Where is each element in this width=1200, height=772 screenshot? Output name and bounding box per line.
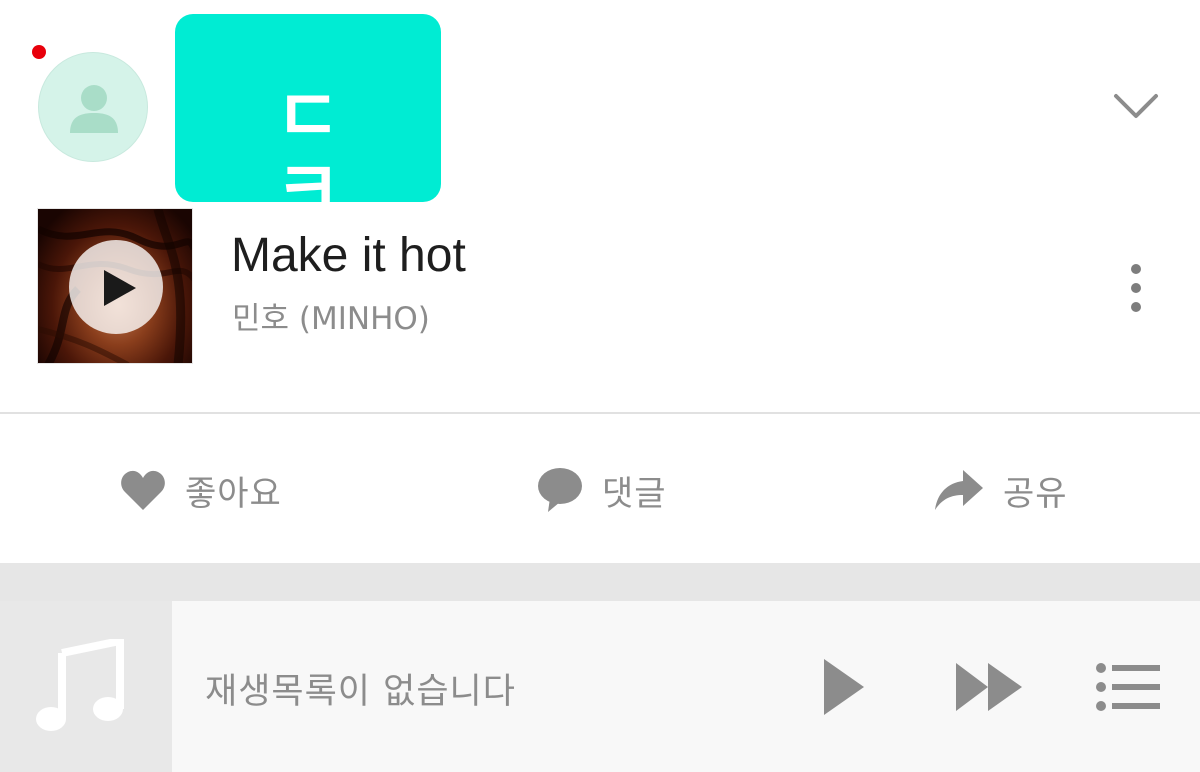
next-button[interactable] — [954, 661, 1024, 717]
share-button[interactable]: 공유 — [933, 460, 1068, 520]
comment-button[interactable]: 댓글 — [536, 460, 667, 520]
avatar[interactable] — [38, 52, 148, 162]
chevron-down-icon — [1114, 94, 1158, 118]
share-label: 공유 — [1003, 473, 1068, 514]
playlist-status-text: 재생목록이 없습니다 — [205, 672, 516, 712]
app-root: ㄷ ㅋ Make it hot 민호 (MINHO) 좋아요 댓글 공유 재생목… — [0, 0, 1200, 772]
like-button[interactable]: 좋아요 — [119, 460, 282, 520]
mini-player[interactable]: 재생목록이 없습니다 — [0, 601, 1200, 772]
more-vertical-icon — [1131, 264, 1141, 274]
album-art[interactable] — [37, 208, 193, 364]
playlist-button[interactable] — [1096, 663, 1160, 715]
more-vertical-icon-dot — [1131, 302, 1141, 312]
play-icon — [824, 659, 864, 715]
track-title[interactable]: Make it hot — [231, 229, 466, 283]
share-arrow-icon — [935, 470, 983, 510]
fast-forward-icon — [956, 663, 1022, 711]
comment-bubble-icon — [538, 468, 582, 512]
like-label: 좋아요 — [185, 473, 282, 514]
user-name-text: ㄷ ㅋ — [274, 74, 372, 230]
user-name-tile[interactable]: ㄷ ㅋ — [175, 14, 441, 224]
collapse-button[interactable] — [1108, 84, 1164, 128]
play-icon — [104, 270, 136, 306]
music-note-icon — [36, 639, 124, 731]
playlist-icon — [1096, 663, 1160, 711]
more-vertical-icon-dot — [1131, 283, 1141, 293]
divider — [0, 412, 1200, 414]
section-separator — [0, 563, 1200, 601]
track-artist[interactable]: 민호 (MINHO) — [232, 302, 430, 336]
more-options-button[interactable] — [1116, 260, 1156, 316]
person-icon — [70, 85, 118, 133]
notification-dot — [32, 45, 46, 59]
album-play-button[interactable] — [69, 240, 163, 334]
mini-player-art[interactable] — [0, 601, 172, 772]
play-button[interactable] — [822, 657, 866, 721]
comment-label: 댓글 — [602, 473, 667, 514]
heart-icon — [121, 470, 165, 510]
